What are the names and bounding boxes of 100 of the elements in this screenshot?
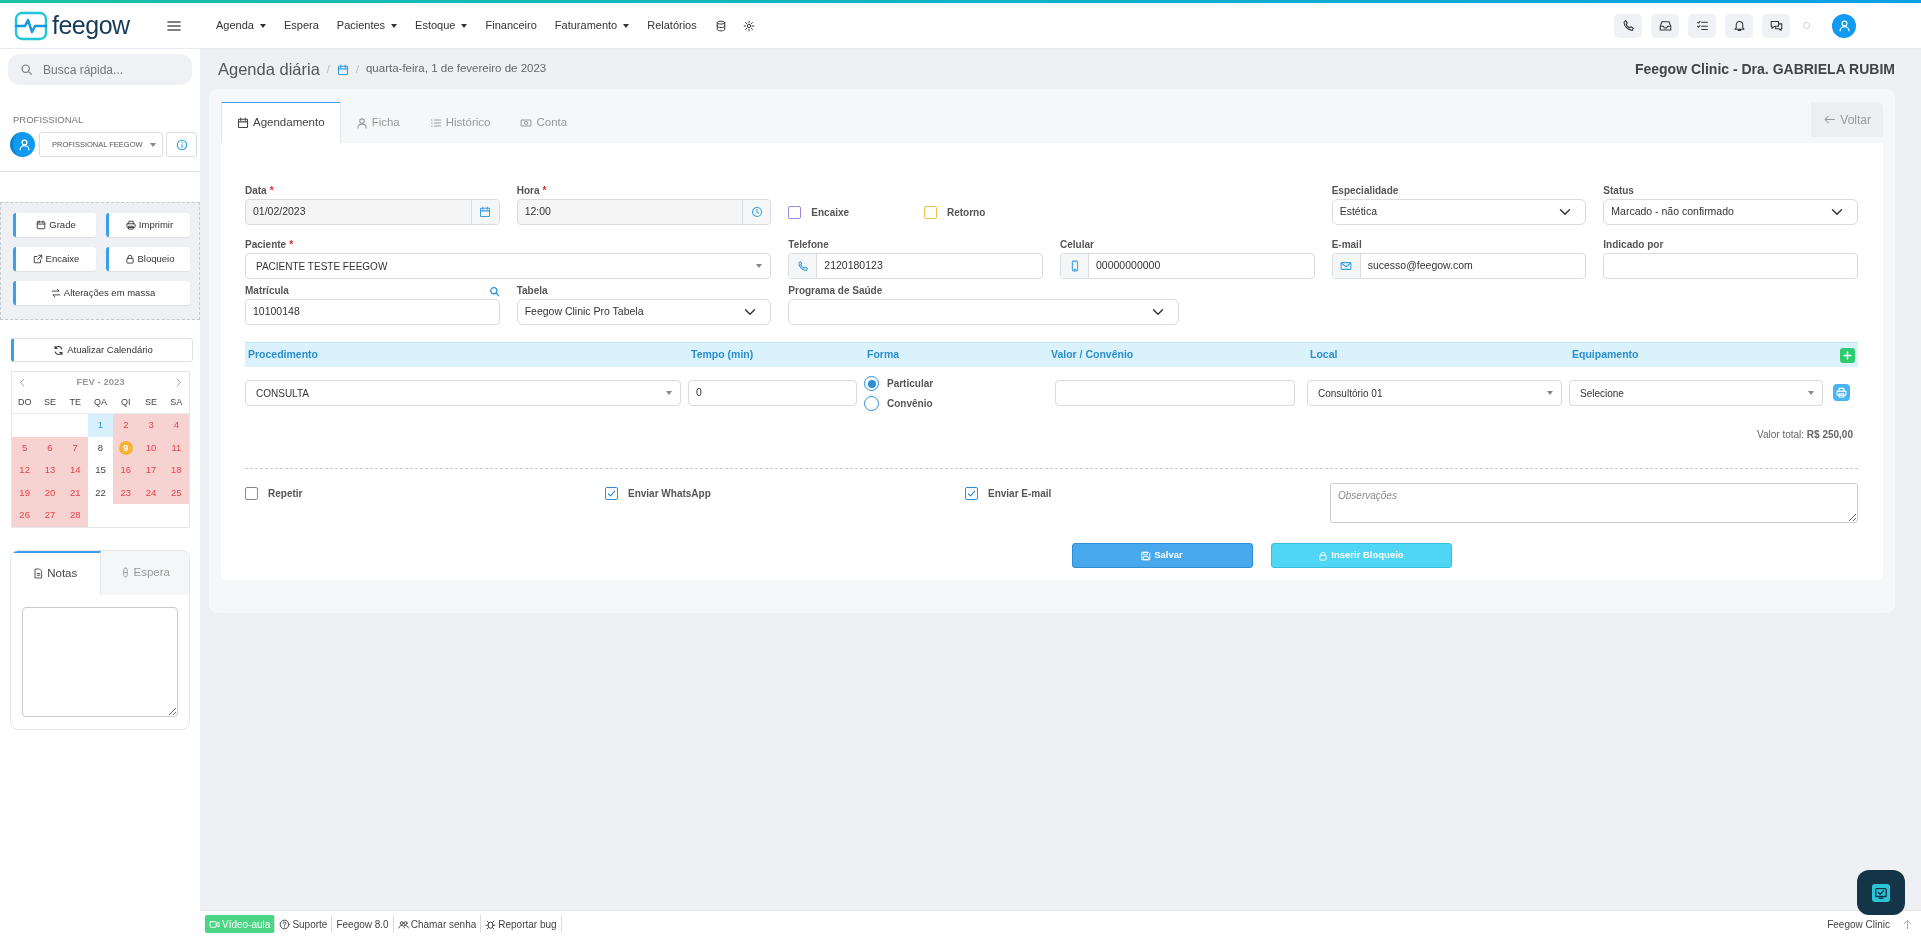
referral-field[interactable] — [1603, 253, 1858, 279]
radio-label: Convênio — [887, 397, 933, 411]
section-label: PROFISSIONAL — [13, 113, 85, 127]
location-select[interactable]: Consultório 01 — [1307, 380, 1562, 406]
inbox-button[interactable] — [1651, 13, 1679, 38]
arrow-left-icon — [1823, 113, 1837, 126]
equipment-select[interactable]: Selecione — [1569, 380, 1823, 406]
price-table-select[interactable]: Feegow Clinic Pro Tabela — [516, 299, 772, 325]
mobile-field[interactable]: 00000000000 — [1060, 253, 1315, 279]
column-header: Valor / Convênio — [1051, 347, 1135, 363]
action-button[interactable]: Alterações em massa — [13, 281, 190, 306]
calendar-button[interactable] — [470, 200, 499, 224]
weekday-label: TE — [62, 392, 88, 415]
procedure-select[interactable]: CONSULTA — [245, 380, 681, 406]
calendar-icon — [336, 63, 349, 76]
value-field[interactable] — [1055, 380, 1295, 406]
notifications-icon — [1732, 19, 1746, 32]
arrow-up-icon — [1902, 919, 1913, 931]
status-bar-link[interactable]: Suporte — [275, 915, 333, 933]
tab[interactable]: Agendamento — [221, 102, 341, 143]
nav-link[interactable]: Estoque — [415, 17, 468, 34]
inbox-icon — [1658, 19, 1672, 32]
registration-field[interactable]: 10100148 — [245, 299, 500, 325]
radio-label: Particular — [887, 377, 934, 391]
action-button[interactable]: Encaixe — [13, 247, 96, 272]
status-select[interactable]: Marcado - não confirmado — [1603, 199, 1858, 225]
people-icon — [397, 918, 409, 930]
patient-select[interactable]: PACIENTE TESTE FEEGOW — [245, 253, 772, 279]
list-icon — [429, 116, 442, 129]
status-bar-link[interactable]: Chamar senha — [393, 915, 482, 933]
checkbox[interactable] — [245, 487, 258, 500]
nav-link[interactable]: Faturamento — [554, 17, 630, 34]
duration-field[interactable]: 0 — [688, 380, 857, 406]
action-button[interactable]: Bloqueio — [106, 247, 190, 272]
checkbox[interactable] — [788, 205, 802, 219]
radio-button[interactable] — [864, 396, 879, 411]
video-icon — [209, 918, 220, 930]
field-label: Hora * — [516, 184, 547, 196]
tab[interactable]: Notas — [11, 550, 101, 595]
checklist-button[interactable] — [1688, 13, 1716, 38]
notifications-button[interactable] — [1725, 13, 1753, 38]
column-header: Equipamento — [1572, 347, 1640, 363]
refresh-calendar-button[interactable]: Atualizar Calendário — [11, 338, 193, 363]
status-bar-link[interactable]: Reportar bug — [481, 915, 562, 933]
notes-textarea[interactable]: Observações — [1330, 483, 1858, 523]
email-field[interactable]: sucesso@feegow.com — [1331, 253, 1587, 279]
external-link-icon — [32, 254, 43, 265]
caret-icon — [391, 23, 398, 28]
action-button[interactable]: Grade — [13, 213, 96, 238]
caret-icon — [461, 23, 468, 28]
printer-icon — [1836, 387, 1847, 398]
breadcrumb-separator: / — [326, 61, 330, 77]
add-button[interactable] — [1840, 347, 1855, 363]
footer-label: Feegow Clinic — [1827, 917, 1890, 932]
checkbox-label: Enviar WhatsApp — [628, 487, 711, 501]
field-label: Celular — [1060, 238, 1094, 250]
calendar-icon — [36, 220, 47, 231]
nav-link[interactable]: Pacientes — [336, 17, 398, 34]
user-avatar[interactable] — [1832, 13, 1856, 38]
nav-link[interactable]: Financeiro — [485, 17, 537, 34]
checkbox[interactable] — [924, 205, 937, 219]
help-icon — [279, 918, 291, 930]
checklist-icon — [1695, 19, 1709, 32]
checkbox[interactable] — [965, 487, 978, 500]
field-label: Tabela — [516, 284, 548, 296]
logo-text: feegow — [52, 9, 130, 41]
date-field[interactable]: 01/02/2023 — [245, 199, 500, 225]
caret-icon — [150, 142, 156, 147]
page-title: Agenda diária — [218, 58, 320, 80]
checkbox[interactable] — [605, 487, 618, 500]
time-field[interactable]: 12:00 — [516, 199, 772, 225]
column-header: Procedimento — [248, 347, 319, 363]
mail-icon — [1340, 260, 1353, 272]
chat-button[interactable] — [1762, 13, 1790, 38]
specialty-select[interactable]: Estética — [1331, 199, 1587, 225]
search-input[interactable]: Busca rápida... — [41, 59, 181, 80]
floating-widget-button[interactable] — [1857, 870, 1905, 915]
phone-icon — [1621, 19, 1635, 32]
print-button[interactable] — [1833, 384, 1850, 401]
phone-field[interactable]: 2120180123 — [788, 253, 1043, 279]
breadcrumb-separator: / — [355, 61, 359, 77]
clock-icon — [750, 206, 763, 218]
chat-icon — [1769, 19, 1783, 32]
nav-link[interactable]: Espera — [283, 17, 319, 34]
action-button[interactable]: Imprimir — [106, 213, 190, 238]
check-icon — [606, 488, 617, 499]
nav-link[interactable]: Agenda — [216, 17, 266, 34]
field-label: Paciente * — [245, 238, 294, 250]
user-icon — [17, 138, 31, 152]
nav-link[interactable]: Relatórios — [647, 17, 697, 34]
phone-button[interactable] — [1614, 13, 1642, 38]
radio-button[interactable] — [864, 376, 879, 391]
info-button[interactable] — [166, 132, 197, 158]
clock-button[interactable] — [742, 200, 771, 224]
notes-textarea[interactable] — [22, 606, 178, 717]
screen-icon — [1874, 885, 1888, 900]
column-header: Local — [1310, 347, 1339, 363]
caret-icon — [259, 23, 266, 28]
printer-icon — [125, 220, 136, 231]
search-field[interactable]: Busca rápida... — [8, 54, 192, 85]
